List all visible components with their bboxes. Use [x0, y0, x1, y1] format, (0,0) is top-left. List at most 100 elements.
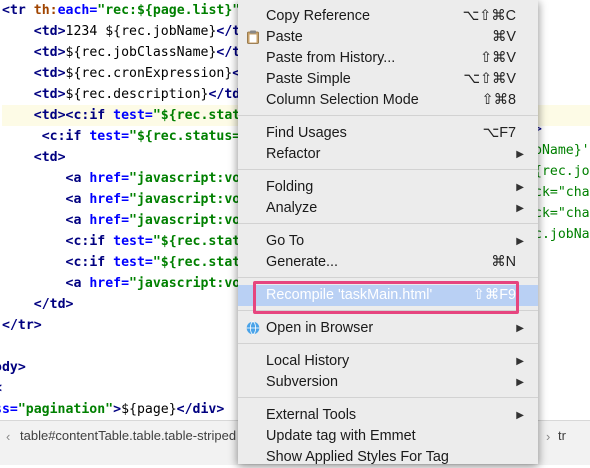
code-token: ${page} [121, 402, 177, 417]
code-line: <td>${rec.description}</td> [2, 84, 248, 105]
code-token: <a [2, 171, 90, 186]
submenu-arrow-icon: ▶ [516, 203, 524, 214]
submenu-arrow-icon: ▶ [516, 149, 524, 160]
code-token: < [0, 381, 2, 396]
submenu-arrow-icon: ▶ [516, 410, 524, 421]
code-token: <a [2, 213, 90, 228]
code-token: href= [89, 171, 130, 186]
menu-separator [238, 169, 538, 170]
menu-separator [238, 277, 538, 278]
code-line: <a href="javascript:void(0 [2, 273, 272, 294]
code-token: > [113, 402, 122, 417]
code-token: <c:if [2, 234, 114, 249]
code-token: </tr> [2, 318, 42, 333]
code-token: "pagination" [17, 402, 114, 417]
menu-item-label: Column Selection Mode [266, 92, 419, 108]
clipboard-icon [246, 30, 260, 44]
menu-item-label: Local History [266, 353, 350, 369]
menu-item-external-tools[interactable]: External Tools ▶ [238, 405, 538, 426]
menu-separator [238, 343, 538, 344]
menu-item-label: Folding [266, 179, 314, 195]
menu-item-label: Open in Browser [266, 320, 374, 336]
menu-item-label: Paste Simple [266, 71, 351, 87]
menu-separator [238, 397, 538, 398]
code-fragment-right: ck="chan [534, 206, 590, 221]
code-line: <c:if test="${rec.status== [2, 252, 272, 273]
menu-item-update-tag-emmet[interactable]: Update tag with Emmet [238, 426, 538, 447]
menu-item-paste-simple[interactable]: Paste Simple ⌥⇧⌘V [238, 69, 538, 90]
menu-item-label: Paste from History... [266, 50, 396, 66]
menu-separator [238, 223, 538, 224]
menu-item-label: Analyze [266, 200, 318, 216]
menu-item-local-history[interactable]: Local History ▶ [238, 351, 538, 372]
code-line: ss="pagination">${page}</div> [0, 399, 224, 420]
menu-item-find-usages[interactable]: Find Usages ⌥F7 [238, 123, 538, 144]
menu-item-shortcut: ⇧⌘8 [481, 92, 516, 108]
menu-item-go-to[interactable]: Go To ▶ [238, 231, 538, 252]
menu-item-paste[interactable]: Paste ⌘V [238, 27, 538, 48]
code-line: <td>${rec.cronExpression}</td> [2, 63, 272, 84]
code-token: </td> [2, 297, 74, 312]
code-token: <td> [2, 87, 66, 102]
code-token: </div> [176, 402, 225, 417]
code-token: <c:if [2, 255, 114, 270]
menu-item-show-applied-styles[interactable]: Show Applied Styles For Tag [238, 447, 538, 468]
breadcrumb-separator-icon: › [546, 429, 551, 444]
code-token: href= [89, 276, 130, 291]
code-token: <td><c:if [2, 108, 114, 123]
breadcrumb-item-tr[interactable]: tr [558, 428, 566, 443]
menu-item-shortcut: ⌥⇧⌘V [463, 71, 516, 87]
code-line: <c:if test="${rec.status=='1' [2, 126, 272, 147]
code-token: href= [89, 213, 130, 228]
menu-item-analyze[interactable]: Analyze ▶ [238, 198, 538, 219]
code-token: ${rec.jobClassName} [65, 45, 217, 60]
menu-item-shortcut: ⌥F7 [482, 125, 516, 141]
menu-item-label: Paste [266, 29, 303, 45]
annotation-highlight-box [253, 281, 519, 314]
menu-item-subversion[interactable]: Subversion ▶ [238, 372, 538, 393]
code-token: <td> [2, 24, 66, 39]
code-line: </td> [2, 294, 74, 315]
code-line: <td>1234 ${rec.jobName}</td> [2, 21, 256, 42]
code-line: <a href="javascript:void(0 [2, 189, 272, 210]
code-line: < [0, 378, 2, 399]
code-token: <c:if [2, 129, 90, 144]
menu-item-label: Copy Reference [266, 8, 370, 24]
menu-item-shortcut: ⌘N [491, 254, 516, 270]
code-token: th: [33, 3, 58, 18]
code-token: <a [2, 192, 90, 207]
code-fragment-right: bName}') [534, 143, 590, 158]
code-line: <tr th:each="rec:${page.list}"> [2, 0, 248, 21]
menu-item-folding[interactable]: Folding ▶ [238, 177, 538, 198]
menu-item-shortcut: ⌘V [492, 29, 516, 45]
code-line: <td>${rec.jobClassName}</td> [2, 42, 256, 63]
code-token: test= [89, 129, 130, 144]
menu-item-shortcut: ⇧⌘V [479, 50, 516, 66]
menu-item-label: Find Usages [266, 125, 347, 141]
menu-item-label: Refactor [266, 146, 321, 162]
code-token: test= [113, 108, 153, 123]
code-token: <tr [2, 3, 34, 18]
menu-item-paste-from-history[interactable]: Paste from History... ⇧⌘V [238, 48, 538, 69]
code-line: <a href="javascript:void(0 [2, 168, 272, 189]
menu-item-refactor[interactable]: Refactor ▶ [238, 144, 538, 165]
submenu-arrow-icon: ▶ [516, 377, 524, 388]
code-fragment-right: c.jobNam [534, 227, 590, 242]
menu-item-column-selection-mode[interactable]: Column Selection Mode ⇧⌘8 [238, 90, 538, 111]
context-menu: Copy Reference ⌥⇧⌘C Paste ⌘V Paste from … [238, 0, 538, 465]
code-token: ss= [0, 402, 18, 417]
code-token: test= [113, 234, 153, 249]
breadcrumb-left-arrow-icon[interactable]: ‹ [6, 429, 10, 444]
code-token: <a [2, 276, 90, 291]
menu-item-label: External Tools [266, 407, 357, 423]
menu-item-open-in-browser[interactable]: Open in Browser ▶ [238, 318, 538, 339]
menu-item-copy-reference[interactable]: Copy Reference ⌥⇧⌘C [238, 6, 538, 27]
menu-item-label: Generate... [266, 254, 338, 270]
menu-item-generate[interactable]: Generate... ⌘N [238, 252, 538, 273]
breadcrumb-item[interactable]: table#contentTable.table.table-striped [20, 428, 236, 443]
submenu-arrow-icon: ▶ [516, 182, 524, 193]
code-line: <a href="javascript:void(0 [2, 210, 272, 231]
code-token: href= [89, 192, 130, 207]
code-fragment-right: {rec.job [534, 164, 590, 179]
menu-item-label: Subversion [266, 374, 338, 390]
